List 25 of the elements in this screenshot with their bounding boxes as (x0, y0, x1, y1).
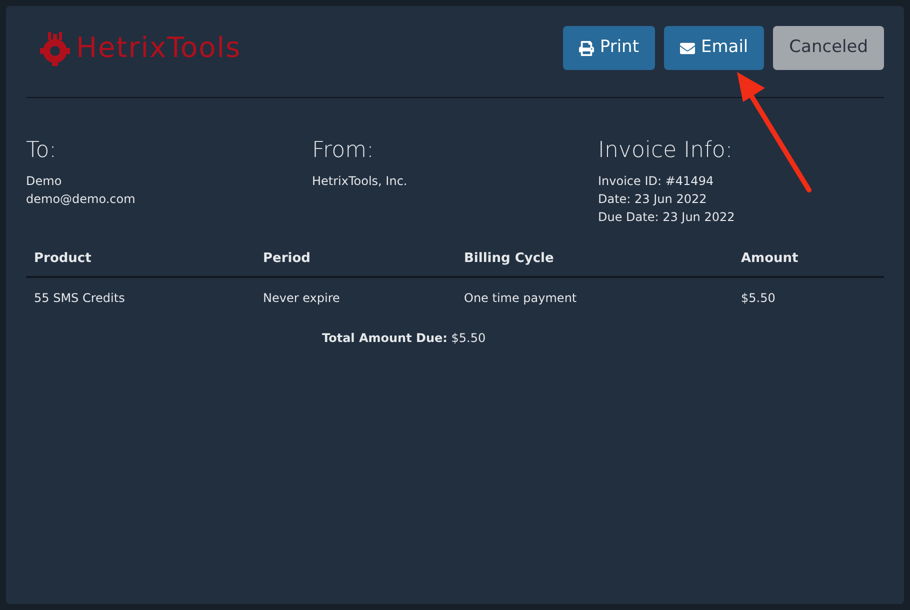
print-button[interactable]: Print (562, 26, 655, 70)
status-badge: Canceled (773, 26, 884, 70)
total-amount-text: Total Amount Due: $5.50 (322, 331, 486, 345)
table-cell: $5.50 (741, 291, 776, 305)
section-heading: Invoice Info: (598, 138, 734, 164)
detail-text: Invoice ID: #41494 (598, 173, 715, 190)
printer-icon (578, 40, 594, 56)
detail-text: HetrixTools, Inc. (312, 173, 408, 190)
section-heading: From: (312, 138, 375, 164)
column-header: Billing Cycle (464, 251, 554, 266)
column-header: Product (34, 251, 92, 266)
detail-text: Demo (26, 173, 63, 190)
table-cell: 55 SMS Credits (34, 291, 125, 305)
column-header: Period (263, 251, 310, 266)
envelope-icon (680, 40, 695, 56)
logo-text: HetrixTools (76, 30, 242, 66)
detail-text: Date: 23 Jun 2022 (598, 191, 708, 208)
table-cell: Never expire (263, 291, 340, 305)
gear-logo-icon (38, 29, 72, 67)
detail-text: Due Date: 23 Jun 2022 (598, 209, 736, 226)
detail-text: demo@demo.com (26, 191, 136, 208)
section-heading: To: (26, 138, 58, 164)
table-cell: One time payment (464, 291, 577, 305)
email-button[interactable]: Email (664, 26, 764, 70)
column-header: Amount (741, 251, 798, 266)
